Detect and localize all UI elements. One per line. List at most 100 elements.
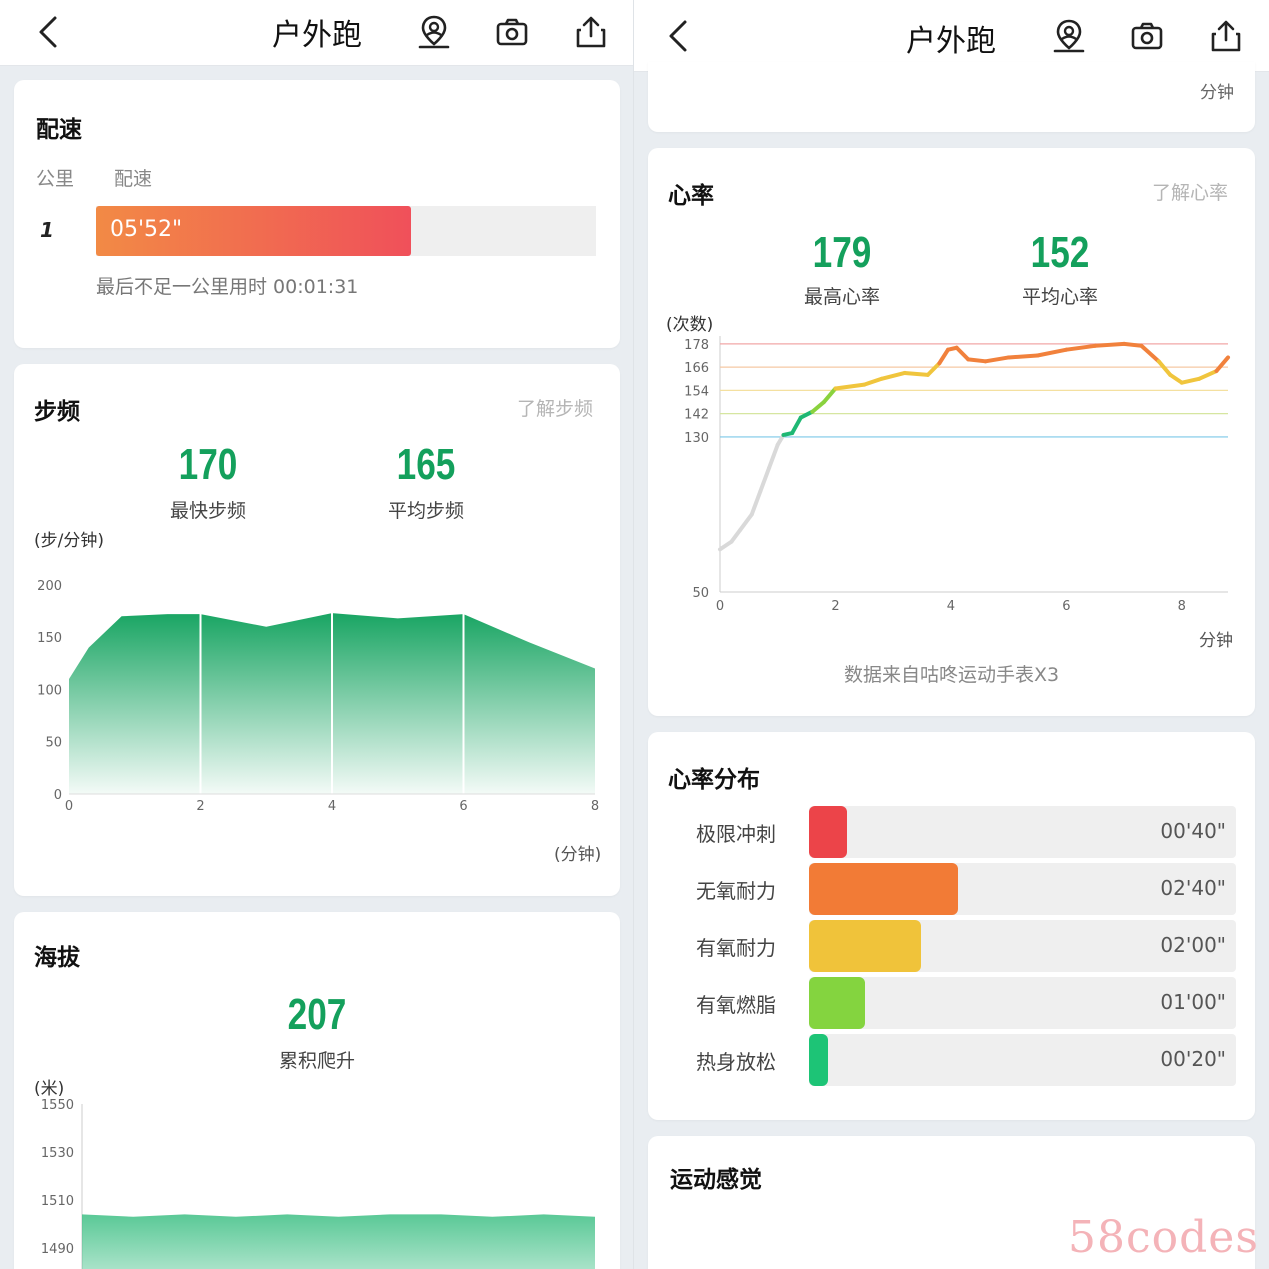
heart-line-segment — [833, 382, 867, 391]
page-title: 户外跑 — [272, 18, 362, 53]
camera-icon — [1131, 22, 1163, 50]
zone-bar-fill — [809, 1034, 828, 1086]
page-title: 户外跑 — [906, 24, 996, 59]
previous-card-stub: 分钟 — [648, 62, 1255, 132]
heart-line-segment — [966, 357, 988, 364]
heart-line-segment — [902, 370, 930, 377]
cadence-card: 步频 了解步频 170 最快步频 165 平均步频 (步/分钟) 0 2 4 6 8 0 5… — [14, 364, 620, 896]
learn-heart-rate-link[interactable]: 了解心率 — [1152, 178, 1228, 205]
heart-zone-row: 热身放松 00'20" — [648, 1034, 1255, 1086]
zone-bar-track: 02'00" — [809, 920, 1236, 972]
heart-rate-x-unit: 分钟 — [1199, 631, 1233, 651]
cadence-y-tick: 100 — [37, 683, 62, 698]
heart-x-tick: 6 — [1062, 599, 1070, 614]
left-screen: 户外跑 配速 公里 配速 1 05'52" 最后不足一公里用时 00:01:31… — [0, 0, 634, 1269]
heart-line-segment — [1122, 341, 1144, 348]
heart-x-tick: 8 — [1178, 599, 1186, 614]
heart-line-segment — [1214, 355, 1230, 374]
zone-bar-fill — [809, 920, 921, 972]
heart-line-segment — [1168, 372, 1184, 385]
heart-y-tick: 178 — [684, 338, 709, 353]
heart-x-tick: 2 — [831, 599, 839, 614]
cadence-x-tick: 6 — [459, 799, 467, 814]
location-person-icon — [418, 15, 450, 49]
pace-bar-track: 05'52" — [96, 206, 596, 256]
altitude-y-tick: 1530 — [41, 1146, 74, 1161]
heart-x-tick: 0 — [716, 599, 724, 614]
share-button[interactable] — [571, 12, 611, 52]
altitude-y-tick: 1490 — [41, 1242, 74, 1257]
zone-bar-track: 00'20" — [809, 1034, 1236, 1086]
feeling-card-title: 运动感觉 — [670, 1167, 762, 1193]
avg-cadence-label: 平均步频 — [387, 500, 464, 522]
share-button[interactable] — [1206, 16, 1246, 56]
heart-line-segment — [1035, 347, 1069, 358]
heart-line-segment — [758, 465, 772, 494]
back-button[interactable] — [28, 12, 68, 52]
climb-label: 累积爬升 — [278, 1050, 355, 1072]
heart-zone-row: 有氧耐力 02'00" — [648, 920, 1255, 972]
last-segment-note: 最后不足一公里用时 00:01:31 — [96, 276, 359, 298]
heart-line-segment — [954, 345, 971, 362]
max-heart-rate-label: 最高心率 — [803, 286, 880, 308]
cadence-y-tick: 150 — [37, 631, 62, 646]
zone-time: 00'40" — [1160, 819, 1226, 843]
pace-card-title: 配速 — [36, 117, 82, 143]
avg-cadence-value: 165 — [396, 440, 456, 489]
cadence-x-unit: (分钟) — [554, 845, 602, 865]
heart-rate-card-title: 心率 — [668, 183, 714, 209]
heart-line-segment — [1179, 376, 1202, 385]
climb-value: 207 — [287, 990, 347, 1039]
learn-cadence-link[interactable]: 了解步频 — [517, 394, 593, 421]
avg-heart-rate-value: 152 — [1030, 228, 1090, 277]
pace-col-pace: 配速 — [114, 168, 153, 190]
avg-heart-rate-label: 平均心率 — [1021, 286, 1098, 308]
camera-button[interactable] — [492, 12, 532, 52]
zone-label: 有氧燃脂 — [696, 993, 776, 1017]
zone-bar-fill — [809, 863, 959, 915]
heart-line-segment — [810, 400, 826, 414]
zone-label: 有氧耐力 — [696, 936, 776, 960]
cadence-x-tick: 0 — [65, 799, 73, 814]
pace-bar-fill: 05'52" — [96, 206, 411, 256]
altitude-y-tick: 1510 — [41, 1194, 74, 1209]
zone-bar-fill — [809, 806, 847, 858]
heart-line-segment — [790, 415, 803, 436]
heart-y-tick: 166 — [684, 361, 709, 376]
route-map-button[interactable] — [414, 12, 454, 52]
max-heart-rate-value: 179 — [812, 228, 872, 277]
heart-line-segment — [767, 442, 780, 470]
heart-line-segment — [729, 527, 743, 544]
altitude-area — [82, 1214, 595, 1269]
back-button[interactable] — [658, 16, 698, 56]
heart-zone-row: 无氧耐力 02'40" — [648, 863, 1255, 915]
zone-bar-track: 02'40" — [809, 863, 1236, 915]
heart-line-segment — [738, 512, 754, 532]
heart-line-segment — [862, 376, 884, 387]
cadence-x-tick: 2 — [196, 799, 204, 814]
camera-icon — [496, 18, 528, 46]
camera-button[interactable] — [1127, 16, 1167, 56]
zone-time: 02'00" — [1160, 933, 1226, 957]
cadence-x-tick: 4 — [328, 799, 336, 814]
max-cadence-label: 最快步频 — [169, 500, 246, 522]
heart-line-segment — [1064, 343, 1098, 352]
route-map-button[interactable] — [1049, 16, 1089, 56]
heart-line-segment — [1156, 359, 1173, 377]
heart-line-segment — [879, 370, 907, 381]
heart-zone-row: 有氧燃脂 01'00" — [648, 977, 1255, 1029]
cadence-y-unit: (步/分钟) — [34, 531, 104, 551]
altitude-chart: 1490 1510 1530 1550 — [41, 1098, 595, 1269]
zone-time: 01'00" — [1160, 990, 1226, 1014]
zone-bar-track: 01'00" — [809, 977, 1236, 1029]
heart-y-tick: 130 — [684, 431, 709, 446]
heart-zone-card: 心率分布 极限冲刺 00'40" 无氧耐力 02'40" 有氧耐力 02'00" 有氧燃脂 0… — [648, 732, 1255, 1120]
watermark-text: 58codes — [1068, 1212, 1259, 1263]
zone-label: 无氧耐力 — [696, 879, 776, 903]
heart-rate-chart: 50 130 142 154 166 178 0 2 4 6 8 — [684, 336, 1230, 614]
zone-label: 极限冲刺 — [696, 822, 776, 846]
heart-line-segment — [937, 347, 951, 366]
heart-rate-card: 心率 了解心率 179 最高心率 152 平均心率 (次数) 50 130 142 1… — [648, 148, 1255, 716]
zone-bar-track: 00'40" — [809, 806, 1236, 858]
cadence-chart: 0 2 4 6 8 0 50 100 150 200 — [37, 564, 599, 814]
